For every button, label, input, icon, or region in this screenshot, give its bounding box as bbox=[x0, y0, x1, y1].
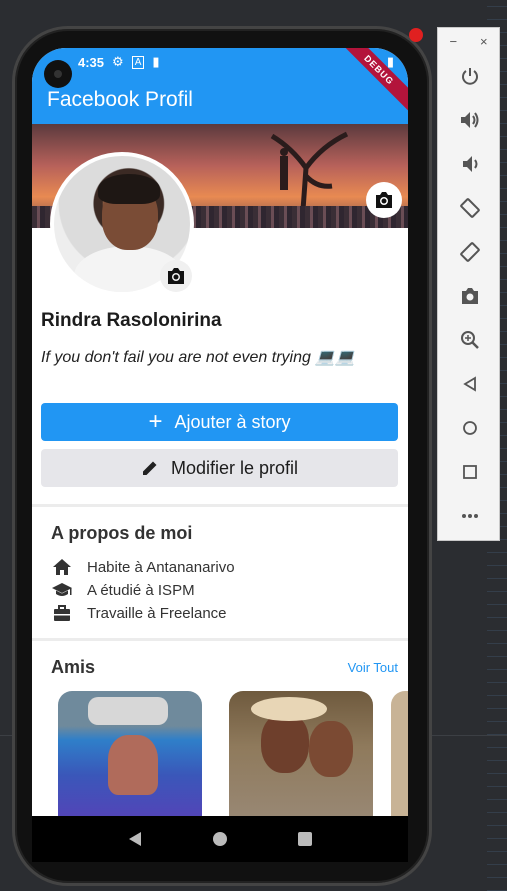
friend-photo-person bbox=[108, 735, 158, 795]
rotate-right-button[interactable] bbox=[438, 230, 501, 274]
camera-icon bbox=[376, 192, 392, 208]
briefcase-icon bbox=[51, 604, 73, 622]
emulator-status-badge bbox=[409, 28, 423, 42]
rotate-right-icon bbox=[459, 242, 480, 262]
emu-back-button[interactable] bbox=[438, 362, 501, 406]
home-circle-icon bbox=[212, 832, 227, 846]
nav-back-button[interactable] bbox=[126, 830, 144, 848]
edit-profile-label: Modifier le profil bbox=[170, 457, 299, 478]
see-all-friends-link[interactable]: Voir Tout bbox=[348, 660, 398, 675]
app-title: Facebook Profil bbox=[47, 88, 193, 111]
home-icon bbox=[462, 421, 477, 435]
emulator-control-panel: − × bbox=[437, 27, 500, 541]
more-button[interactable] bbox=[438, 494, 501, 538]
plus-icon: + bbox=[148, 408, 163, 435]
screenshot-icon bbox=[461, 288, 478, 304]
overview-icon bbox=[462, 465, 477, 479]
rotate-left-icon bbox=[459, 198, 480, 218]
profile-name: Rindra Rasolonirina bbox=[41, 310, 222, 331]
zoom-icon bbox=[460, 331, 479, 349]
avatar-hair bbox=[98, 174, 160, 204]
pencil-icon bbox=[142, 461, 157, 475]
zoom-button[interactable] bbox=[438, 318, 501, 362]
change-avatar-button[interactable] bbox=[160, 260, 192, 292]
friend-card[interactable] bbox=[229, 691, 373, 816]
add-story-label: Ajouter à story bbox=[174, 411, 291, 432]
about-item-text: A étudié à ISPM bbox=[87, 581, 195, 599]
about-item-text: Travaille à Freelance bbox=[87, 604, 227, 622]
friend-card[interactable] bbox=[58, 691, 202, 816]
power-button[interactable] bbox=[438, 54, 501, 98]
friend-photo-car bbox=[88, 697, 168, 725]
volume-up-icon bbox=[460, 112, 478, 128]
close-button[interactable]: × bbox=[480, 34, 488, 54]
change-cover-button[interactable] bbox=[366, 182, 402, 218]
friend-photo-person bbox=[309, 721, 353, 777]
nav-home-button[interactable] bbox=[211, 830, 229, 848]
power-icon bbox=[461, 68, 478, 85]
screenshot-button[interactable] bbox=[438, 274, 501, 318]
panel-window-controls: − × bbox=[438, 28, 499, 54]
friend-photo-person bbox=[261, 713, 309, 773]
nav-overview-button[interactable] bbox=[296, 830, 314, 848]
volume-down-icon bbox=[462, 156, 477, 172]
about-item-work: Travaille à Freelance bbox=[51, 604, 227, 622]
more-icon bbox=[461, 514, 478, 518]
about-item-text: Habite à Antananarivo bbox=[87, 558, 235, 576]
add-story-button[interactable]: + Ajouter à story bbox=[41, 403, 398, 441]
android-nav-bar bbox=[32, 816, 408, 862]
status-time: 4:35 bbox=[78, 54, 105, 70]
about-item-school: A étudié à ISPM bbox=[51, 581, 195, 599]
friend-photo-hat bbox=[251, 697, 327, 721]
camera-icon bbox=[168, 268, 184, 284]
profile-bio: If you don't fail you are not even tryin… bbox=[41, 349, 356, 366]
sd-card-icon: ▮ bbox=[152, 54, 160, 69]
emu-overview-button[interactable] bbox=[438, 450, 501, 494]
emu-home-button[interactable] bbox=[438, 406, 501, 450]
about-title: A propos de moi bbox=[51, 523, 193, 543]
friend-card[interactable] bbox=[391, 691, 408, 816]
edit-profile-button[interactable]: Modifier le profil bbox=[41, 449, 398, 487]
about-item-home: Habite à Antananarivo bbox=[51, 558, 235, 576]
settings-icon: ⚙ bbox=[112, 54, 124, 69]
back-icon bbox=[462, 376, 476, 392]
front-camera bbox=[44, 60, 72, 88]
app-bar: Facebook Profil bbox=[32, 76, 408, 124]
volume-down-button[interactable] bbox=[438, 142, 501, 186]
rotate-left-button[interactable] bbox=[438, 186, 501, 230]
section-divider bbox=[32, 504, 408, 507]
friends-title: Amis bbox=[51, 657, 96, 677]
overview-icon bbox=[298, 832, 313, 846]
volume-up-button[interactable] bbox=[438, 98, 501, 142]
notification-a-icon: A bbox=[131, 55, 145, 69]
section-divider bbox=[32, 638, 408, 641]
minimize-button[interactable]: − bbox=[449, 34, 457, 54]
back-icon bbox=[128, 832, 141, 846]
school-icon bbox=[51, 581, 73, 599]
home-icon bbox=[51, 558, 73, 576]
app-screen: 4:35 ⚙ A ▮ ▼ ▮ Facebook Profil DEBUG bbox=[32, 48, 408, 816]
